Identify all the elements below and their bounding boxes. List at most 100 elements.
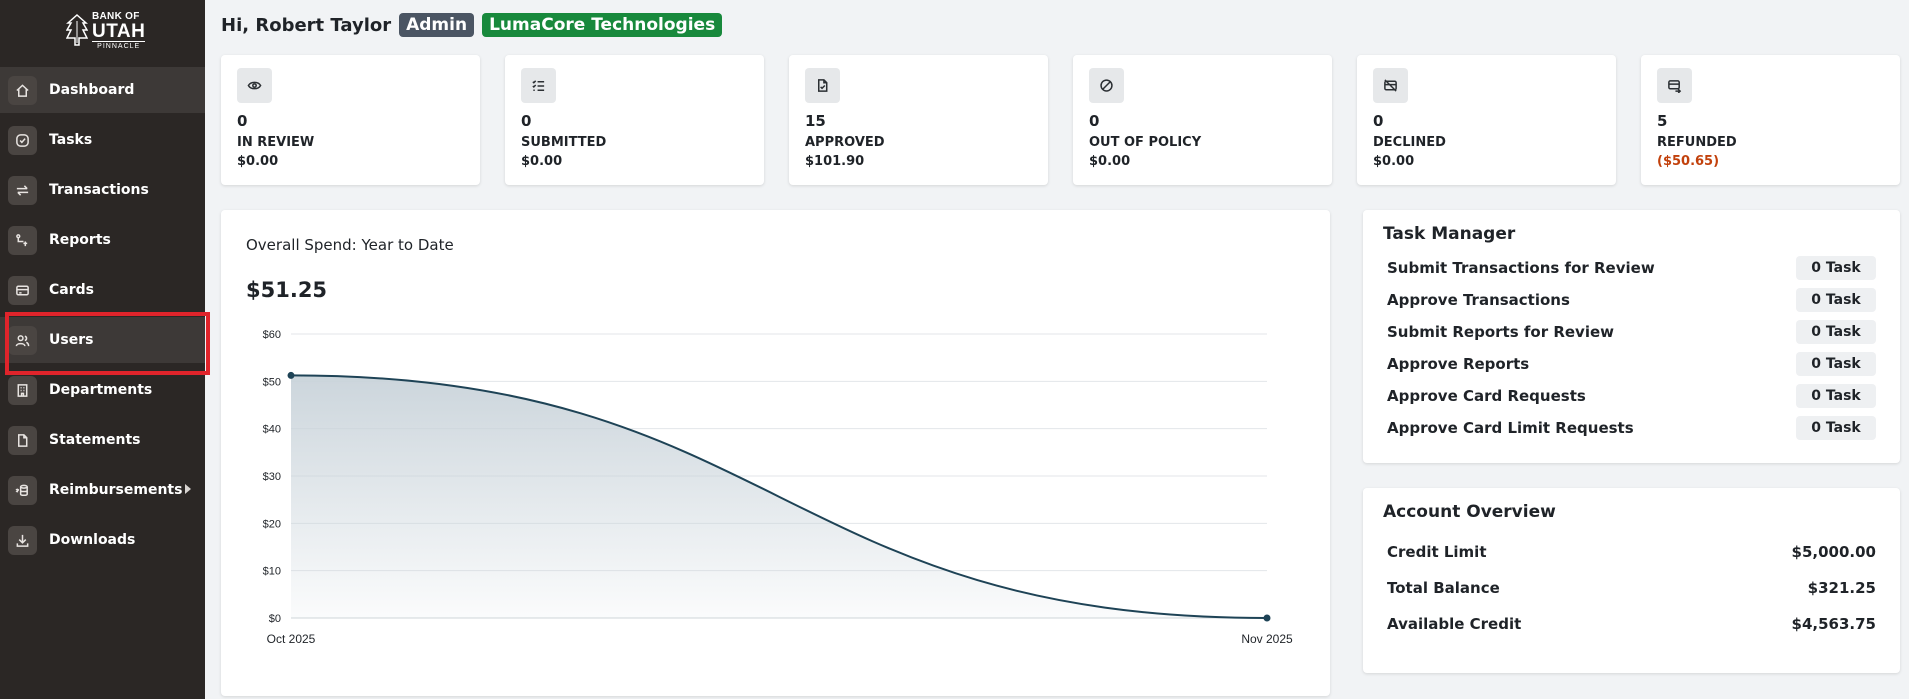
spend-chart-panel: Overall Spend: Year to Date $51.25 $0 $10… xyxy=(221,210,1330,696)
stat-label: OUT OF POLICY xyxy=(1089,135,1202,150)
document-icon xyxy=(8,425,37,455)
sidebar-item-reports[interactable]: Reports xyxy=(0,217,205,263)
stat-count: 0 xyxy=(1373,112,1384,130)
download-icon xyxy=(8,525,37,555)
sidebar-item-label: Transactions xyxy=(49,182,149,198)
account-row-label: Available Credit xyxy=(1387,615,1522,633)
role-badge: Admin xyxy=(399,13,475,37)
check-circle-icon xyxy=(8,125,37,155)
x-tick-label: Oct 2025 xyxy=(267,632,316,646)
stat-card-in-review[interactable]: 0 IN REVIEW $0.00 xyxy=(221,55,480,185)
stat-count: 0 xyxy=(237,112,248,130)
stat-count: 5 xyxy=(1657,112,1668,130)
account-row-value: $5,000.00 xyxy=(1791,543,1876,561)
sidebar: BANK OF UTAH PINNACLE Dashboard Tasks Tr… xyxy=(0,0,205,699)
y-tick-label: $50 xyxy=(263,376,281,388)
sidebar-item-label: Reimbursements xyxy=(49,482,183,498)
task-row[interactable]: Approve Card Requests 0 Task xyxy=(1387,384,1876,408)
sidebar-item-users[interactable]: Users xyxy=(0,317,205,363)
spend-area-chart: $0 $10 $20 $30 $40 $50 $60 Oct 2025 Nov 2025 xyxy=(263,329,1293,646)
eye-icon xyxy=(237,68,272,103)
account-overview-panel: Account Overview Credit Limit $5,000.00 … xyxy=(1363,488,1900,673)
task-count-pill: 0 Task xyxy=(1796,384,1876,408)
sidebar-item-downloads[interactable]: Downloads xyxy=(0,517,205,563)
sidebar-item-tasks[interactable]: Tasks xyxy=(0,117,205,163)
greeting-text: Hi, Robert Taylor xyxy=(221,14,392,36)
stat-card-out-of-policy[interactable]: 0 OUT OF POLICY $0.00 xyxy=(1073,55,1332,185)
pine-tree-logo-icon xyxy=(66,13,88,46)
sidebar-item-label: Dashboard xyxy=(49,82,135,98)
task-count-pill: 0 Task xyxy=(1796,352,1876,376)
file-check-icon xyxy=(805,68,840,103)
account-row-label: Credit Limit xyxy=(1387,543,1487,561)
stat-amount: $101.90 xyxy=(805,154,865,169)
stat-card-refunded[interactable]: 5 REFUNDED ($50.65) xyxy=(1641,55,1900,185)
account-row: Available Credit $4,563.75 xyxy=(1387,615,1876,633)
caret-right-icon[interactable] xyxy=(185,484,191,494)
sidebar-item-departments[interactable]: Departments xyxy=(0,367,205,413)
task-count-pill: 0 Task xyxy=(1796,416,1876,440)
stat-label: DECLINED xyxy=(1373,135,1446,150)
sidebar-item-label: Departments xyxy=(49,382,153,398)
arrows-swap-icon xyxy=(8,175,37,205)
account-row-label: Total Balance xyxy=(1387,579,1500,597)
y-tick-label: $20 xyxy=(263,518,281,530)
stat-label: IN REVIEW xyxy=(237,135,315,150)
sidebar-item-cards[interactable]: Cards xyxy=(0,267,205,313)
building-icon xyxy=(8,375,37,405)
logo-line-3: PINNACLE xyxy=(92,41,146,50)
stat-count: 0 xyxy=(1089,112,1100,130)
task-row[interactable]: Approve Transactions 0 Task xyxy=(1387,288,1876,312)
task-manager-panel: Task Manager Submit Transactions for Rev… xyxy=(1363,210,1900,463)
sidebar-nav: Dashboard Tasks Transactions Reports Car… xyxy=(0,67,205,567)
task-label: Submit Reports for Review xyxy=(1387,323,1614,341)
account-row: Total Balance $321.25 xyxy=(1387,579,1876,597)
stat-count: 0 xyxy=(521,112,532,130)
task-count-pill: 0 Task xyxy=(1796,256,1876,280)
credit-card-icon xyxy=(8,275,37,305)
company-badge: LumaCore Technologies xyxy=(482,13,723,37)
task-count-pill: 0 Task xyxy=(1796,320,1876,344)
bank-logo-text: BANK OF UTAH PINNACLE xyxy=(92,12,146,50)
account-row: Credit Limit $5,000.00 xyxy=(1387,543,1876,561)
task-count-pill: 0 Task xyxy=(1796,288,1876,312)
header-greeting: Hi, Robert Taylor Admin LumaCore Technol… xyxy=(221,13,723,37)
task-label: Submit Transactions for Review xyxy=(1387,259,1655,277)
task-label: Approve Card Limit Requests xyxy=(1387,419,1634,437)
stat-label: APPROVED xyxy=(805,135,885,150)
sidebar-item-statements[interactable]: Statements xyxy=(0,417,205,463)
y-tick-label: $40 xyxy=(263,424,281,436)
task-row[interactable]: Approve Reports 0 Task xyxy=(1387,352,1876,376)
task-row[interactable]: Submit Reports for Review 0 Task xyxy=(1387,320,1876,344)
task-row[interactable]: Approve Card Limit Requests 0 Task xyxy=(1387,416,1876,440)
stat-card-submitted[interactable]: 0 SUBMITTED $0.00 xyxy=(505,55,764,185)
chart-data-point xyxy=(287,371,295,379)
stat-amount: $0.00 xyxy=(237,154,279,169)
sidebar-item-label: Users xyxy=(49,332,94,348)
task-row[interactable]: Submit Transactions for Review 0 Task xyxy=(1387,256,1876,280)
sidebar-item-reimbursements[interactable]: Reimbursements xyxy=(0,467,205,513)
x-tick-label: Nov 2025 xyxy=(1241,632,1293,646)
stat-card-declined[interactable]: 0 DECLINED $0.00 xyxy=(1357,55,1616,185)
y-tick-label: $0 xyxy=(269,613,281,625)
sidebar-item-dashboard[interactable]: Dashboard xyxy=(0,67,205,113)
sidebar-item-transactions[interactable]: Transactions xyxy=(0,167,205,213)
stat-amount: $0.00 xyxy=(1373,154,1415,169)
account-row-value: $4,563.75 xyxy=(1791,615,1876,633)
task-label: Approve Reports xyxy=(1387,355,1530,373)
card-refund-icon xyxy=(1657,68,1692,103)
stat-card-approved[interactable]: 15 APPROVED $101.90 xyxy=(789,55,1048,185)
account-row-value: $321.25 xyxy=(1807,579,1876,597)
sidebar-item-label: Statements xyxy=(49,432,141,448)
ban-icon xyxy=(1089,68,1124,103)
stat-label: REFUNDED xyxy=(1657,135,1737,150)
stat-amount: $0.00 xyxy=(521,154,563,169)
home-icon xyxy=(8,75,37,105)
users-icon xyxy=(8,325,37,355)
stat-label: SUBMITTED xyxy=(521,135,607,150)
sidebar-item-label: Downloads xyxy=(49,532,136,548)
bank-logo[interactable]: BANK OF UTAH PINNACLE xyxy=(66,10,148,52)
sidebar-item-label: Tasks xyxy=(49,132,93,148)
account-overview-title: Account Overview xyxy=(1383,502,1556,522)
card-off-icon xyxy=(1373,68,1408,103)
